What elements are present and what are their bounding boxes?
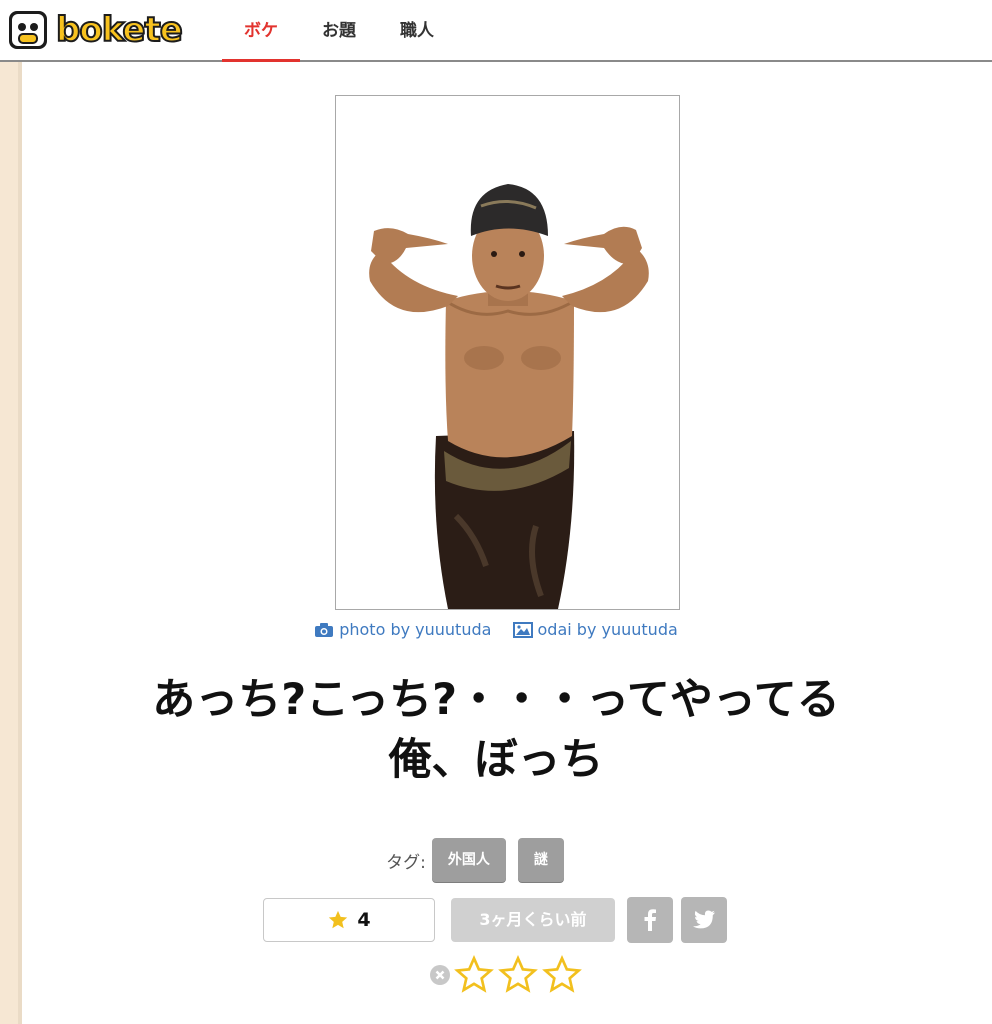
posing-man-image bbox=[336, 96, 679, 609]
photo-credit-link[interactable]: photo by yuuutuda bbox=[314, 620, 491, 639]
nav-shokunin[interactable]: 職人 bbox=[378, 0, 456, 62]
logo-text: bokete bbox=[55, 9, 184, 51]
star-count-box[interactable]: 4 bbox=[263, 898, 435, 942]
image-icon bbox=[512, 621, 533, 638]
photo-credits: photo by yuuutuda odai by yuuutuda bbox=[0, 620, 992, 642]
rate-stars bbox=[430, 955, 586, 995]
posted-time-badge[interactable]: 3ヶ月くらい前 bbox=[451, 898, 615, 942]
bokete-mascot-icon bbox=[9, 11, 47, 49]
odai-credit-link[interactable]: odai by yuuutuda bbox=[512, 620, 678, 639]
rate-star-3-icon[interactable] bbox=[542, 955, 582, 995]
photo-credit-text: photo by yuuutuda bbox=[339, 620, 492, 639]
twitter-share-button[interactable] bbox=[681, 897, 727, 943]
camera-icon bbox=[315, 622, 334, 637]
tag-label: タグ: bbox=[386, 852, 426, 873]
boke-actions: 4 3ヶ月くらい前 bbox=[263, 897, 727, 943]
tag-nazo[interactable]: 謎 bbox=[517, 838, 564, 882]
star-filled-icon bbox=[329, 910, 348, 929]
facebook-share-button[interactable] bbox=[627, 897, 673, 943]
boke-text: あっち?こっち?・・・ってやってる 俺、ぼっち bbox=[0, 670, 992, 790]
main-nav: ボケ お題 職人 bbox=[222, 0, 456, 62]
facebook-icon bbox=[644, 909, 656, 931]
nav-odai[interactable]: お題 bbox=[300, 0, 378, 62]
boke-line-1: あっち?こっち?・・・ってやってる bbox=[152, 675, 840, 725]
bokete-logo[interactable]: bokete bbox=[8, 9, 184, 51]
rate-star-1-icon[interactable] bbox=[454, 955, 494, 995]
tag-gaikokujin[interactable]: 外国人 bbox=[431, 838, 506, 882]
rate-star-2-icon[interactable] bbox=[498, 955, 538, 995]
site-header: bokete ボケ お題 職人 bbox=[0, 0, 992, 62]
boke-line-2: 俺、ぼっち bbox=[388, 735, 604, 785]
odai-credit-text: odai by yuuutuda bbox=[537, 620, 678, 639]
twitter-icon bbox=[693, 910, 715, 929]
star-count: 4 bbox=[357, 909, 371, 931]
odai-photo[interactable] bbox=[335, 95, 680, 610]
nav-boke[interactable]: ボケ bbox=[222, 0, 300, 62]
tag-list: タグ: 外国人 謎 bbox=[0, 838, 992, 882]
clear-rating-icon[interactable] bbox=[430, 965, 450, 985]
